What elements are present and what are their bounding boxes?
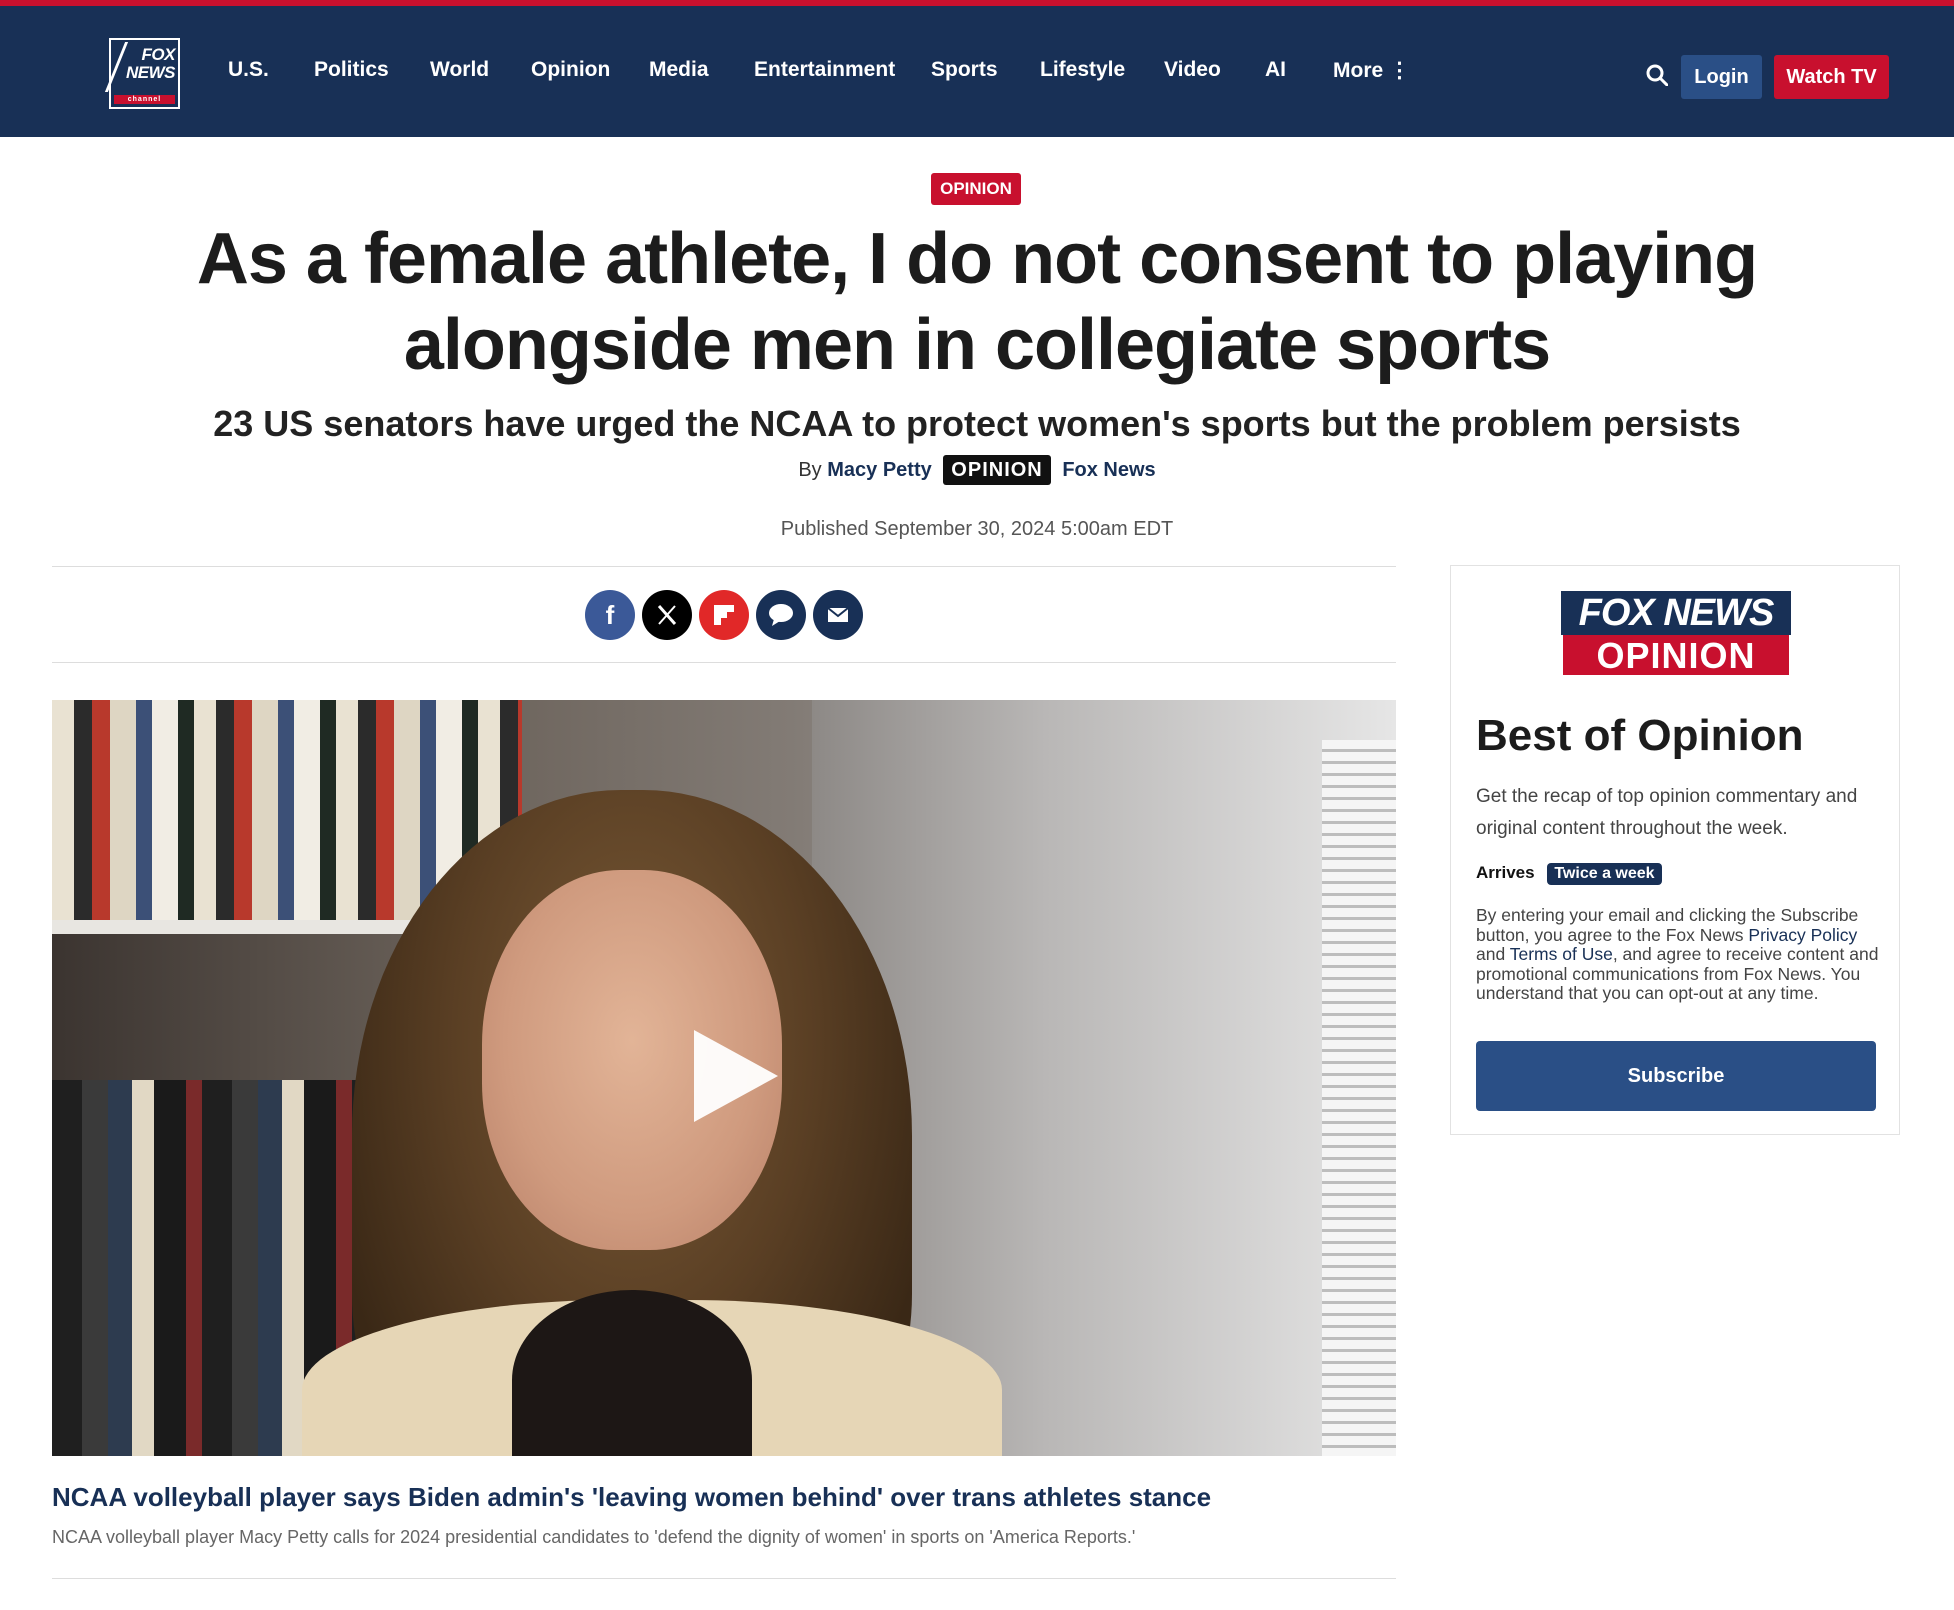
nav-item-world[interactable]: World (430, 58, 489, 82)
newsletter-frequency: Arrives Twice a week (1476, 863, 1662, 885)
video-title[interactable]: NCAA volleyball player says Biden admin'… (52, 1480, 1396, 1514)
person-top-image (512, 1290, 752, 1456)
divider (52, 1578, 1396, 1579)
play-icon[interactable] (694, 1030, 778, 1122)
comment-icon (769, 604, 793, 626)
byline-prefix: By (798, 459, 822, 481)
newsletter-legal-text: By entering your email and clicking the … (1476, 905, 1881, 1004)
flipboard-share-button[interactable] (699, 590, 749, 640)
nav-item-lifestyle[interactable]: Lifestyle (1040, 58, 1125, 82)
video-description: NCAA volleyball player Macy Petty calls … (52, 1527, 1136, 1547)
email-share-button[interactable] (813, 590, 863, 640)
fox-news-logo[interactable]: FOX NEWS channel (104, 38, 180, 109)
video-player[interactable] (52, 700, 1396, 1456)
sidebar-logo-bottom: OPINION (1561, 635, 1791, 677)
nav-item-sports[interactable]: Sports (931, 58, 998, 82)
privacy-policy-link[interactable]: Privacy Policy (1748, 925, 1857, 945)
nav-item-politics[interactable]: Politics (314, 58, 389, 82)
blinds-image (1322, 740, 1396, 1456)
nav-item-ai[interactable]: AI (1265, 58, 1286, 82)
nav-item-us[interactable]: U.S. (228, 58, 269, 82)
published-date: Published September 30, 2024 5:00am EDT (780, 518, 1174, 540)
newsletter-description: Get the recap of top opinion commentary … (1476, 786, 1858, 839)
comments-button[interactable] (756, 590, 806, 640)
terms-of-use-link[interactable]: Terms of Use (1510, 944, 1613, 964)
byline: By Macy Petty OPINION Fox News (0, 455, 1954, 485)
x-share-button[interactable] (642, 590, 692, 640)
login-button[interactable]: Login (1681, 55, 1762, 99)
nav-item-entertainment[interactable]: Entertainment (754, 58, 895, 82)
nav-item-opinion[interactable]: Opinion (531, 58, 610, 82)
watch-tv-button[interactable]: Watch TV (1774, 55, 1889, 99)
legal-and: and (1476, 944, 1510, 965)
article-headline: As a female athlete, I do not consent to… (196, 219, 1758, 385)
email-icon (827, 607, 849, 622)
fox-news-opinion-logo: FOX NEWS OPINION (1561, 591, 1791, 679)
facebook-share-button[interactable]: f (585, 590, 635, 640)
divider (52, 566, 1396, 567)
newsletter-signup: FOX NEWS OPINION Best of Opinion Get the… (1450, 565, 1900, 1135)
author-link[interactable]: Macy Petty (827, 459, 932, 481)
arrives-label: Arrives (1476, 863, 1535, 882)
x-icon (657, 605, 677, 625)
subscribe-button[interactable]: Subscribe (1476, 1041, 1876, 1111)
outlet-link[interactable]: Fox News (1062, 459, 1155, 481)
logo-line1: FOX (141, 45, 176, 64)
newsletter-title: Best of Opinion (1476, 711, 1804, 760)
byline-opinion-tag: OPINION (943, 455, 1051, 485)
frequency-badge: Twice a week (1547, 863, 1662, 885)
top-navigation-bar: FOX NEWS channel U.S. Politics World Opi… (0, 0, 1954, 137)
article-subhead: 23 US senators have urged the NCAA to pr… (213, 403, 1741, 444)
facebook-icon: f (606, 600, 615, 630)
search-icon[interactable] (1646, 64, 1668, 86)
nav-item-more[interactable]: More ⋮ (1333, 58, 1410, 83)
flipboard-icon (714, 605, 734, 625)
divider (52, 662, 1396, 663)
sidebar-logo-top: FOX NEWS (1561, 591, 1791, 635)
logo-line2: NEWS (126, 63, 176, 82)
logo-channel: channel (114, 95, 175, 104)
svg-text:f: f (606, 600, 615, 630)
nav-item-video[interactable]: Video (1164, 58, 1221, 82)
nav-item-media[interactable]: Media (649, 58, 709, 82)
category-eyebrow[interactable]: OPINION (931, 173, 1021, 205)
